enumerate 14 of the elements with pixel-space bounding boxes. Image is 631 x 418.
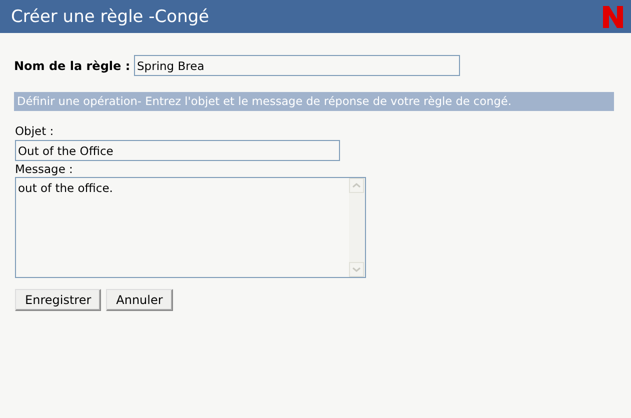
instruction-banner: Définir une opération- Entrez l'objet et le message de réponse de votre règle de congé. — [14, 92, 614, 111]
field-label: Message : — [15, 162, 74, 176]
save-button[interactable]: Enregistrer — [15, 289, 102, 311]
scroll-down-icon — [352, 267, 361, 272]
field-label: Objet : — [15, 124, 55, 138]
field-label: Nom de la règle : — [14, 58, 132, 72]
logo-icon — [603, 6, 623, 28]
scrollbar[interactable] — [349, 178, 365, 277]
rule-name-field[interactable]: Spring Brea — [134, 55, 460, 76]
scroll-up-icon — [352, 183, 361, 188]
message-field[interactable]: out of the office. — [15, 177, 366, 278]
cancel-button[interactable]: Annuler — [106, 289, 173, 311]
subject-field[interactable]: Out of the Office — [15, 140, 340, 161]
window-title: Créer une règle -Congé — [11, 6, 210, 26]
